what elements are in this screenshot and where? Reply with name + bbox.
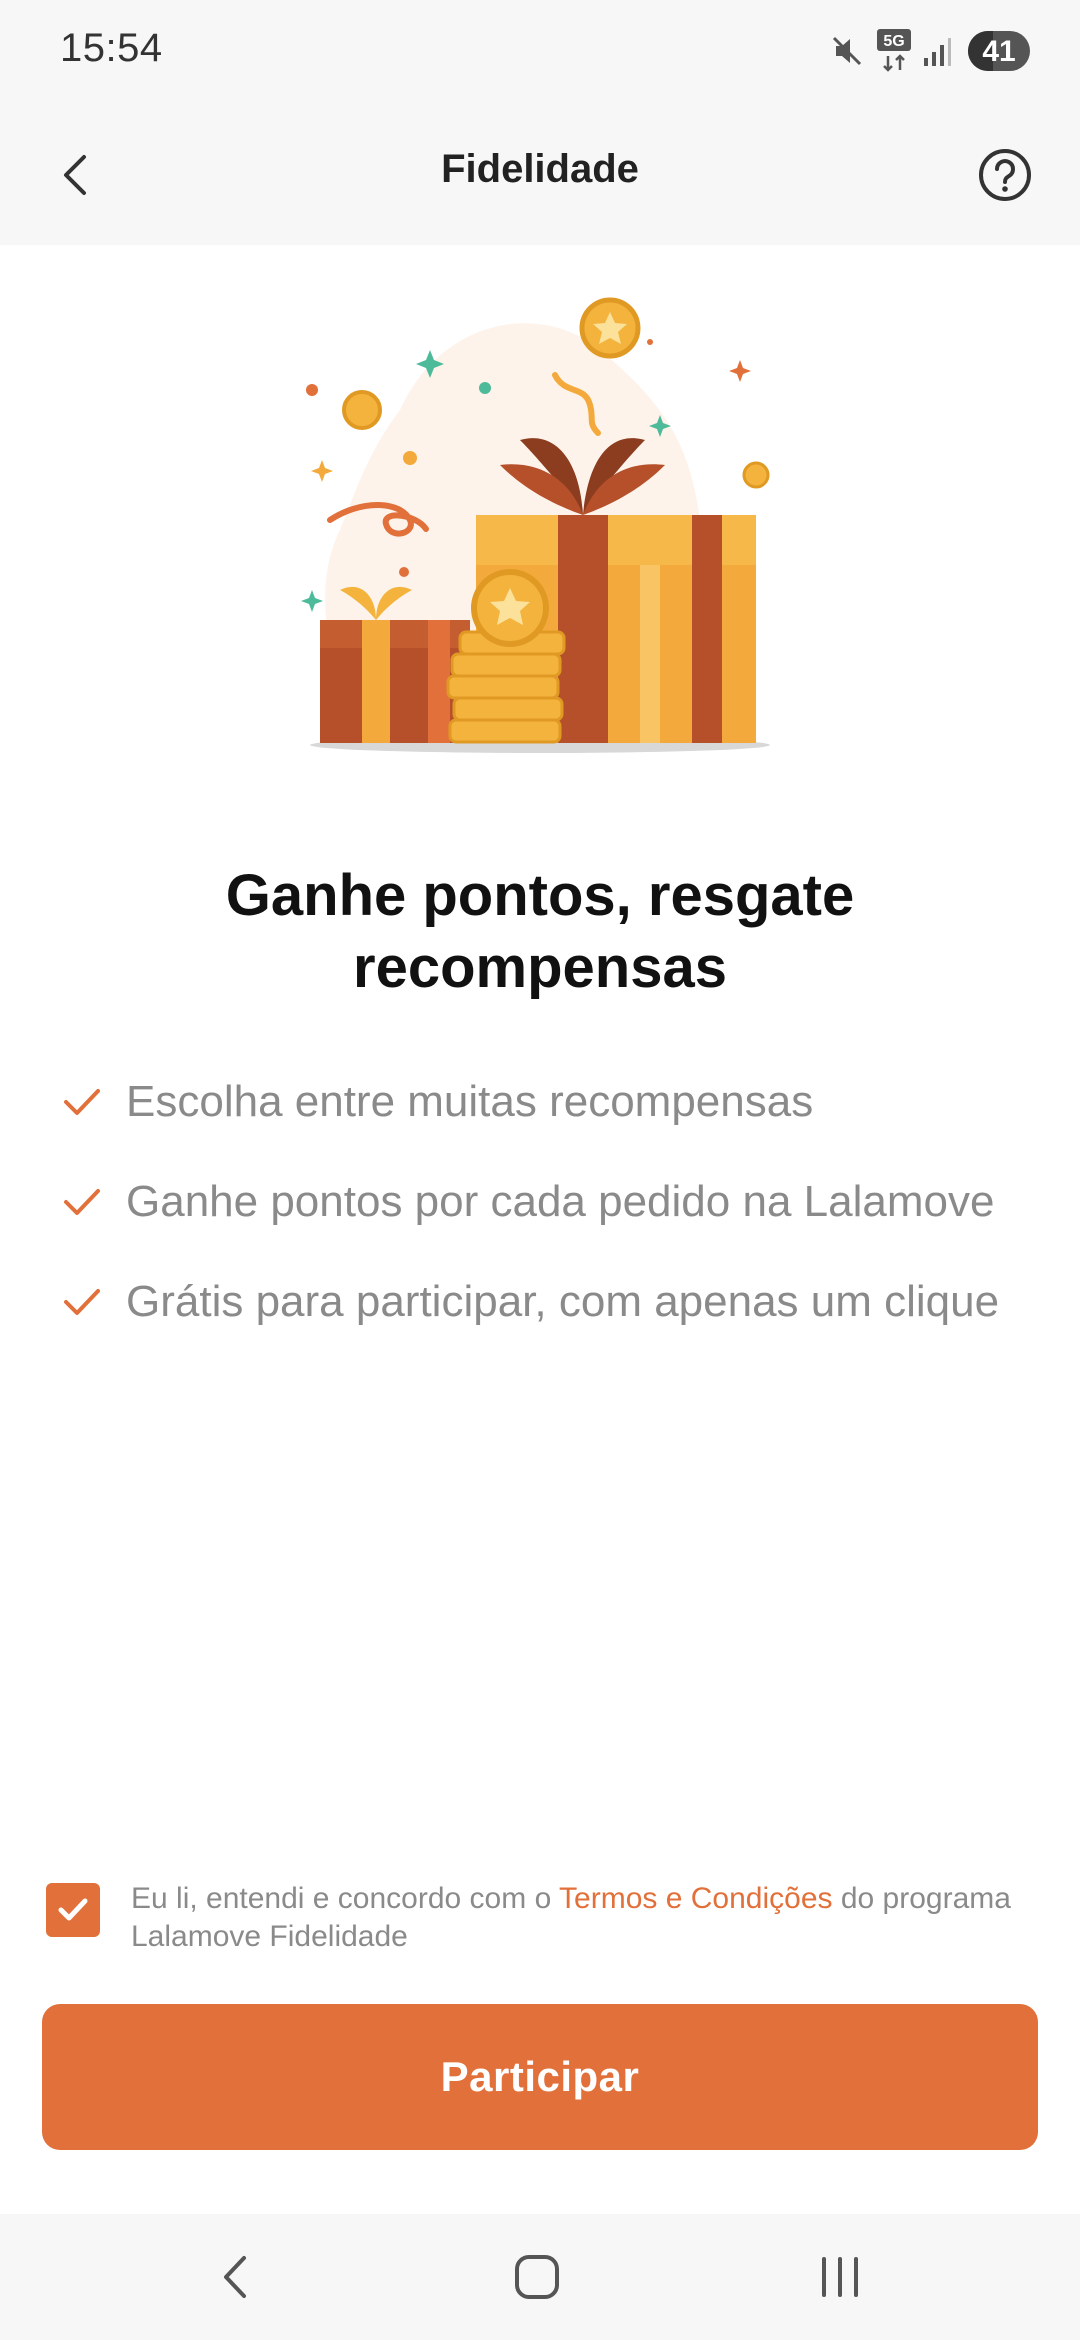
benefit-text: Grátis para participar, com apenas um cl… xyxy=(126,1277,1000,1326)
battery-indicator: 41 xyxy=(968,31,1030,71)
question-circle-icon xyxy=(979,149,1031,201)
check-icon xyxy=(64,1089,100,1115)
nav-back-icon xyxy=(224,2256,246,2298)
terms-prefix: Eu li, entendi e concordo com o xyxy=(131,1882,560,1915)
gift-boxes-with-coins-illustration xyxy=(301,297,770,753)
system-nav-bar xyxy=(0,2214,1080,2340)
network-label: 5G xyxy=(883,33,904,50)
nav-recents-button[interactable] xyxy=(780,2234,900,2320)
terms-checkbox[interactable] xyxy=(46,1883,100,1937)
benefit-item: Ganhe pontos por cada pedido na Lalamove xyxy=(62,1175,1022,1229)
check-icon xyxy=(64,1289,100,1315)
page-title: Fidelidade xyxy=(441,147,639,191)
hero-illustration xyxy=(300,290,780,770)
benefits-list: Escolha entre muitas recompensas Ganhe p… xyxy=(62,1075,1022,1375)
terms-agreement: Eu li, entendi e concordo com o Termos e… xyxy=(46,1880,1036,1970)
nav-home-button[interactable] xyxy=(477,2234,597,2320)
participate-button[interactable]: Participar xyxy=(42,2004,1038,2150)
help-button[interactable] xyxy=(970,140,1040,210)
terms-link[interactable]: Termos e Condições xyxy=(559,1882,832,1915)
status-time: 15:54 xyxy=(60,26,163,70)
signal-icon xyxy=(924,38,951,66)
headline: Ganhe pontos, resgate recompensas xyxy=(225,863,855,1000)
nav-recents-icon xyxy=(822,2257,858,2297)
status-icons: 5G 41 xyxy=(830,28,1030,76)
battery-level: 41 xyxy=(982,35,1016,68)
nav-back-button[interactable] xyxy=(175,2234,295,2320)
benefit-text: Ganhe pontos por cada pedido na Lalamove xyxy=(126,1177,995,1226)
network-5g-icon: 5G xyxy=(877,29,911,72)
nav-home-icon xyxy=(515,2255,559,2299)
benefit-text: Escolha entre muitas recompensas xyxy=(126,1077,814,1126)
checkmark-icon xyxy=(58,1898,88,1921)
benefit-item: Grátis para participar, com apenas um cl… xyxy=(62,1275,1022,1329)
app-bar: Fidelidade xyxy=(0,105,1080,245)
terms-text: Eu li, entendi e concordo com o Termos e… xyxy=(131,1880,1011,1956)
status-bar: 15:54 5G 41 xyxy=(0,0,1080,105)
mute-icon xyxy=(832,36,862,66)
check-icon xyxy=(64,1189,100,1215)
benefit-item: Escolha entre muitas recompensas xyxy=(62,1075,1022,1129)
